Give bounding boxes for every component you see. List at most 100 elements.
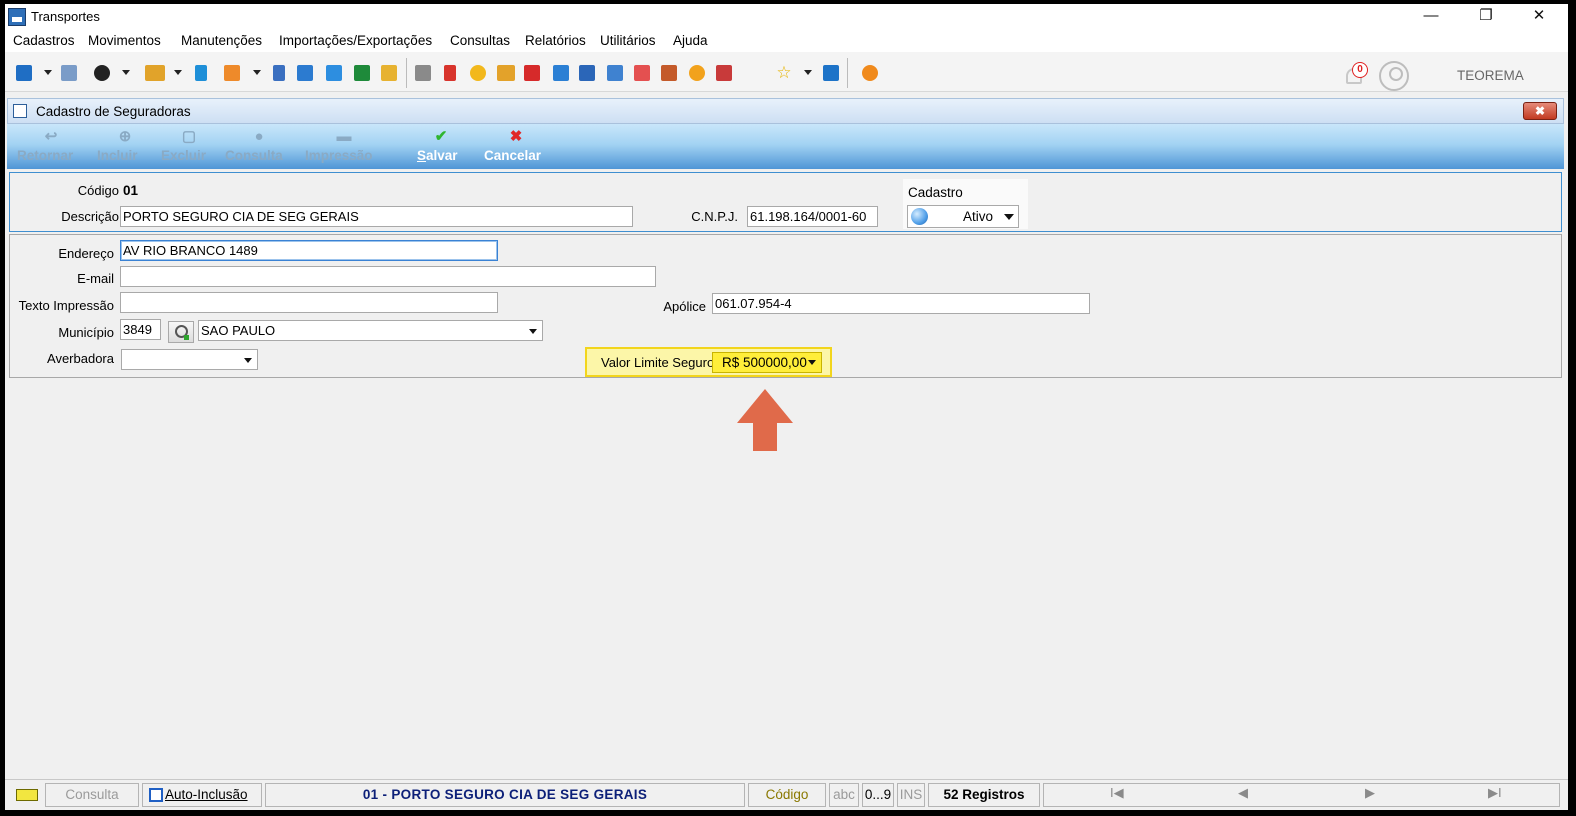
texto-impressao-field[interactable]	[120, 292, 498, 313]
auto-inclusao-checkbox[interactable]	[149, 788, 163, 802]
excluir-button[interactable]: ▢ Excluir	[161, 124, 217, 169]
status-bar: Consulta Auto-Inclusão 01 - PORTO SEGURO…	[5, 779, 1568, 809]
excluir-label: Excluir	[161, 148, 207, 163]
truck-icon[interactable]	[326, 65, 342, 81]
route-icon[interactable]	[381, 65, 397, 81]
fuel-pump-icon[interactable]	[524, 65, 540, 81]
next-record-icon[interactable]: ▶	[1365, 785, 1375, 801]
averbadora-select[interactable]	[121, 349, 258, 370]
power-icon[interactable]	[862, 65, 878, 81]
hierarchy-icon[interactable]	[224, 65, 240, 81]
money-icon[interactable]	[689, 65, 705, 81]
menu-consultas[interactable]: Consultas	[450, 33, 510, 48]
cnpj-field[interactable]: 61.198.164/0001-60	[747, 206, 878, 227]
worker-icon[interactable]	[354, 65, 370, 81]
export-icon[interactable]	[553, 65, 569, 81]
user-avatar-icon[interactable]	[1379, 61, 1409, 91]
municipio-code-field[interactable]: 3849	[120, 319, 161, 340]
menu-importacoes-exportacoes[interactable]: Importações/Exportações	[279, 33, 432, 48]
endereco-field[interactable]: AV RIO BRANCO 1489	[120, 240, 498, 261]
report-icon[interactable]	[297, 65, 313, 81]
descricao-field[interactable]: PORTO SEGURO CIA DE SEG GERAIS	[120, 206, 633, 227]
printer-icon: ▬	[336, 128, 352, 145]
tool-icon[interactable]	[444, 65, 456, 81]
cadastro-label: Cadastro	[908, 185, 963, 200]
main-window: Transportes — ❐ ✕ Cadastros Movimentos M…	[5, 4, 1568, 810]
chevron-down-icon[interactable]	[244, 358, 252, 363]
toolbar-separator	[847, 58, 848, 88]
calculator-icon[interactable]	[607, 65, 623, 81]
first-record-icon[interactable]: I◀	[1110, 785, 1124, 801]
details-panel: Endereço AV RIO BRANCO 1489 E-mail Texto…	[9, 234, 1562, 378]
cancelar-button[interactable]: ✖ Cancelar	[484, 124, 548, 169]
chevron-down-icon[interactable]	[44, 70, 52, 75]
sort-order[interactable]: Código	[748, 783, 826, 807]
close-button[interactable]: ✕	[1516, 4, 1562, 30]
incluir-button[interactable]: ⊕ Incluir	[97, 124, 153, 169]
cadastro-status-select[interactable]: Ativo	[907, 205, 1019, 228]
valor-limite-value: R$ 500000,00	[722, 355, 807, 370]
chevron-down-icon[interactable]	[529, 329, 537, 334]
chevron-down-icon[interactable]	[808, 360, 816, 365]
retornar-button[interactable]: ↩ Retornar	[17, 124, 85, 169]
people-icon[interactable]	[61, 65, 77, 81]
valor-limite-highlight: Valor Limite Seguro R$ 500000,00	[585, 347, 832, 377]
folder-icon[interactable]	[16, 789, 38, 801]
tire-icon[interactable]	[94, 65, 110, 81]
salvar-label: Salvar	[417, 148, 458, 163]
consulta-button[interactable]: ● Consulta	[225, 124, 293, 169]
menu-movimentos[interactable]: Movimentos	[88, 33, 161, 48]
chevron-down-icon[interactable]	[1004, 214, 1014, 220]
child-close-button[interactable]: ✖	[1523, 102, 1557, 120]
valor-limite-select[interactable]: R$ 500000,00	[712, 352, 822, 373]
trash-icon: ▢	[181, 128, 197, 145]
bus-icon[interactable]	[497, 65, 515, 81]
search-report-icon[interactable]	[716, 65, 732, 81]
clock-icon[interactable]	[470, 65, 486, 81]
table-icon[interactable]	[579, 65, 595, 81]
prev-record-icon[interactable]: ◀	[1238, 785, 1248, 801]
calendar-settings-icon[interactable]	[661, 65, 677, 81]
incluir-label: Incluir	[97, 148, 138, 163]
chevron-down-icon[interactable]	[122, 70, 130, 75]
salvar-button[interactable]: ✔ Salvar	[417, 124, 465, 169]
cadastro-status-value: Ativo	[963, 209, 994, 224]
municipio-search-icon[interactable]	[168, 321, 194, 343]
menu-relatorios[interactable]: Relatórios	[525, 33, 586, 48]
return-icon: ↩	[44, 128, 58, 145]
star-icon[interactable]: ☆	[776, 64, 792, 81]
chevron-down-icon[interactable]	[174, 70, 182, 75]
list-icon[interactable]	[273, 65, 285, 81]
endereco-label: Endereço	[58, 246, 114, 261]
user-name: TEOREMA	[1457, 68, 1524, 83]
notification-badge: 0	[1352, 62, 1368, 78]
menu-manutencoes[interactable]: Manutenções	[181, 33, 262, 48]
chevron-down-icon[interactable]	[804, 70, 812, 75]
descricao-label: Descrição	[61, 209, 119, 224]
main-toolbar: ☆ 0 TEOREMA	[5, 52, 1568, 92]
current-record: 01 - PORTO SEGURO CIA DE SEG GERAIS	[265, 783, 745, 807]
last-record-icon[interactable]: ▶I	[1488, 785, 1502, 801]
restore-button[interactable]: ❐	[1463, 4, 1509, 30]
apolice-field[interactable]: 061.07.954-4	[712, 293, 1090, 314]
municipio-select[interactable]: SAO PAULO	[198, 320, 543, 341]
child-window-title-bar: Cadastro de Seguradoras ✖	[7, 98, 1564, 124]
email-field[interactable]	[120, 266, 656, 287]
building-icon[interactable]	[16, 65, 32, 81]
bus-icon[interactable]	[145, 65, 165, 81]
annotation-arrow-icon	[737, 389, 793, 451]
chevron-down-icon[interactable]	[253, 70, 261, 75]
minimize-button[interactable]: —	[1408, 4, 1454, 30]
menu-cadastros[interactable]: Cadastros	[13, 33, 75, 48]
document-icon[interactable]	[195, 65, 207, 81]
impressao-button[interactable]: ▬ Impressão	[305, 124, 383, 169]
info-icon[interactable]	[823, 65, 839, 81]
menu-ajuda[interactable]: Ajuda	[673, 33, 708, 48]
menu-utilitarios[interactable]: Utilitários	[600, 33, 656, 48]
notification-bell-icon[interactable]: 0	[1342, 62, 1368, 88]
title-bar: Transportes — ❐ ✕	[5, 4, 1568, 30]
cadastro-group: Cadastro Ativo	[903, 179, 1028, 229]
calendar-icon[interactable]	[634, 65, 650, 81]
globe-icon	[911, 208, 928, 225]
fuel-icon[interactable]	[415, 65, 431, 81]
